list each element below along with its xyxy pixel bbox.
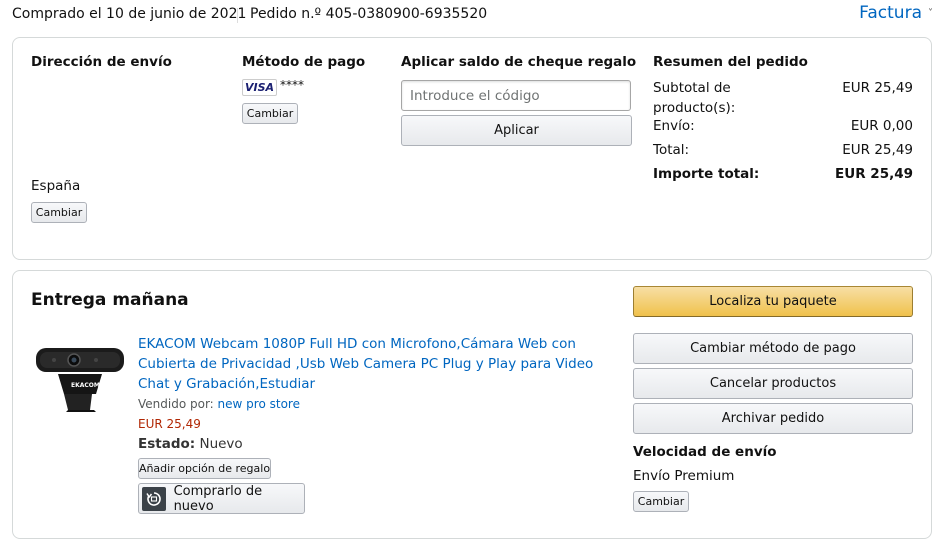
summary-value: EUR 25,49: [842, 80, 913, 96]
invoice-dropdown[interactable]: Factura ˅: [859, 3, 933, 23]
visa-card-icon: VISA: [242, 79, 277, 96]
image-brand-text: EKACOM: [71, 382, 100, 389]
buy-again-icon: [142, 486, 166, 511]
summary-row-total: Total: EUR 25,49: [653, 142, 913, 158]
shipping-speed-title: Velocidad de envío: [633, 444, 777, 460]
summary-row-subtotal: Subtotal de producto(s): EUR 25,49: [653, 78, 913, 118]
card-digits: ****: [280, 78, 304, 92]
delivery-title: Entrega mañana: [31, 290, 189, 310]
invoice-label: Factura: [859, 3, 922, 23]
product-price: EUR 25,49: [138, 417, 201, 431]
summary-row-grand-total: Importe total: EUR 25,49: [653, 166, 913, 182]
summary-value: EUR 0,00: [850, 118, 913, 134]
seller-link[interactable]: new pro store: [218, 397, 300, 411]
summary-label: Total:: [653, 142, 690, 158]
gift-card-title: Aplicar saldo de cheque regalo: [401, 54, 637, 70]
payment-method-title: Método de pago: [242, 54, 366, 70]
shipping-country: España: [31, 178, 81, 194]
product-condition: Estado: Nuevo: [138, 436, 243, 452]
product-title-link[interactable]: EKACOM Webcam 1080P Full HD con Microfon…: [138, 334, 608, 394]
change-payment-method-button[interactable]: Cambiar método de pago: [633, 333, 913, 364]
change-shipping-speed-button[interactable]: Cambiar: [633, 491, 689, 512]
header-divider: [237, 8, 238, 23]
order-header: Comprado el 10 de junio de 2021 Pedido n…: [12, 3, 935, 26]
sold-by-label: Vendido por:: [138, 397, 214, 411]
change-payment-button[interactable]: Cambiar: [242, 103, 298, 124]
gift-code-input[interactable]: [401, 80, 631, 111]
chevron-down-icon: ˅: [928, 7, 933, 19]
track-package-button[interactable]: Localiza tu paquete: [633, 286, 913, 317]
archive-order-button[interactable]: Archivar pedido: [633, 403, 913, 434]
seller-info: Vendido por: new pro store: [138, 397, 300, 411]
cancel-items-button[interactable]: Cancelar productos: [633, 368, 913, 399]
summary-label: Importe total:: [653, 166, 760, 182]
summary-value: EUR 25,49: [835, 166, 913, 182]
shipping-address-title: Dirección de envío: [31, 54, 172, 70]
change-address-button[interactable]: Cambiar: [31, 202, 87, 223]
shipping-speed-value: Envío Premium: [633, 468, 735, 484]
order-date: Comprado el 10 de junio de 2021: [12, 6, 247, 22]
summary-row-shipping: Envío: EUR 0,00: [653, 118, 913, 134]
order-summary-title: Resumen del pedido: [653, 54, 808, 70]
order-number: Pedido n.º 405-0380900-6935520: [250, 6, 488, 22]
buy-again-button[interactable]: Comprarlo de nuevo: [138, 483, 305, 514]
summary-label: Envío:: [653, 118, 695, 134]
apply-gift-button[interactable]: Aplicar: [401, 115, 632, 146]
buy-again-label: Comprarlo de nuevo: [173, 483, 263, 514]
add-gift-option-button[interactable]: Añadir opción de regalo: [138, 458, 271, 479]
summary-label: Subtotal de producto(s):: [653, 80, 736, 116]
webcam-product-image[interactable]: EKACOM: [34, 344, 126, 414]
condition-label: Estado:: [138, 436, 196, 452]
condition-value: Nuevo: [199, 436, 243, 452]
summary-value: EUR 25,49: [842, 142, 913, 158]
